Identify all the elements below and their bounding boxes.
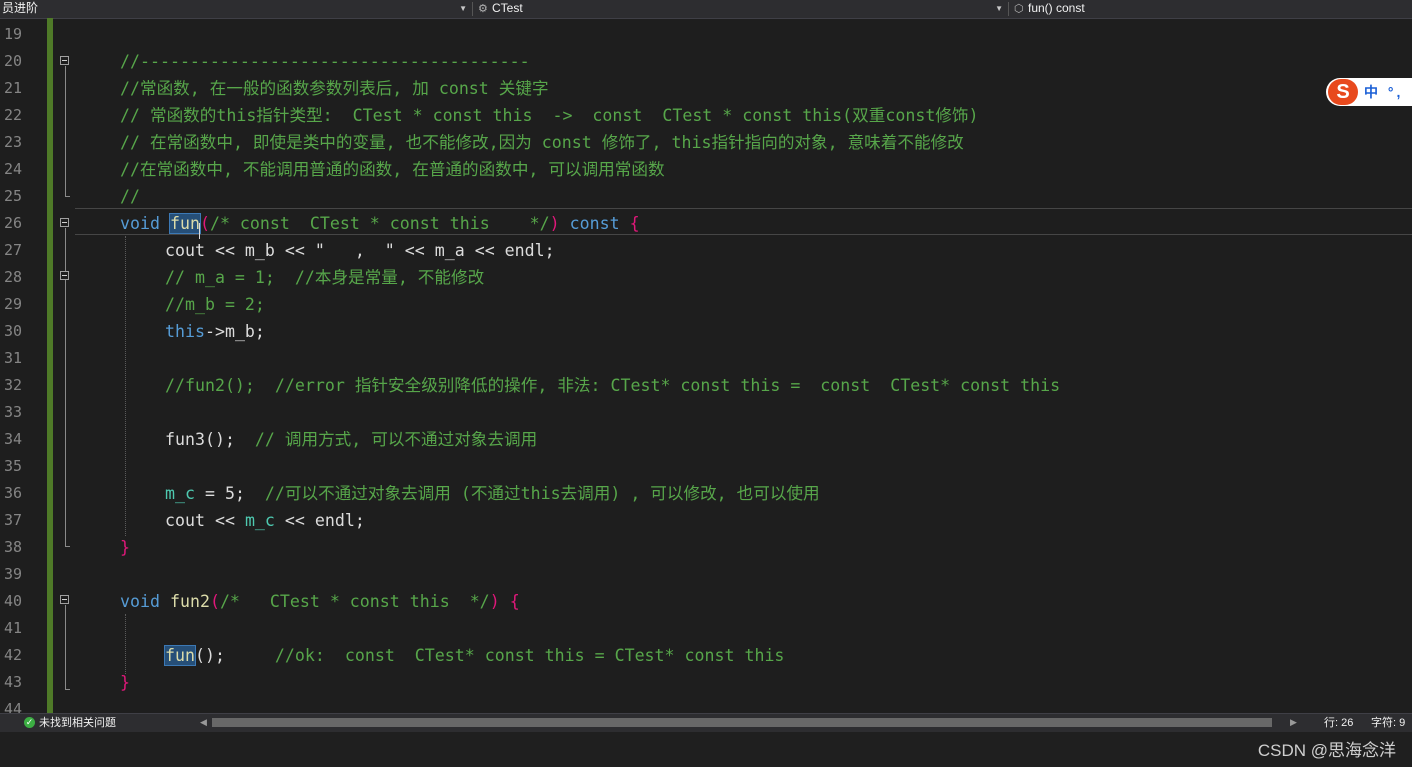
ime-status-badge[interactable]: S 中 °, [1326, 78, 1412, 106]
member-label: fun() const [1028, 1, 1085, 15]
code-editor[interactable]: //--------------------------------------… [0, 18, 1412, 713]
code-line-38: } [120, 538, 130, 557]
code-line-21: //常函数, 在一般的函数参数列表后, 加 const 关键字 [120, 79, 549, 98]
code-line-37: cout << m_c << endl; [165, 507, 365, 534]
text-cursor [199, 223, 200, 239]
open-brace: { [509, 592, 520, 611]
bottom-panel: CSDN @思海念洋 [0, 732, 1412, 767]
horizontal-scrollbar[interactable] [212, 718, 1272, 727]
cout-part: cout << [165, 511, 245, 530]
line-comment: // 调用方式, 可以不通过对象去调用 [254, 430, 538, 449]
class-icon: ⚙ [478, 3, 488, 15]
method-icon: ⬡ [1014, 3, 1024, 15]
static-member-m_c: m_c [165, 484, 195, 503]
member-dropdown[interactable]: ⬡ fun() const [1012, 0, 1412, 18]
code-line-20: //--------------------------------------… [120, 52, 530, 71]
line-position: 行: 26 [1324, 717, 1354, 729]
close-paren: ) [489, 592, 500, 611]
issue-ok-icon: ✓ [24, 717, 35, 728]
ime-mode-text: 中 °, [1364, 84, 1404, 100]
chevron-down-icon: ▼ [459, 4, 467, 13]
code-line-29: //m_b = 2; [165, 295, 265, 314]
inline-comment: /* const CTest * const this */ [209, 214, 550, 233]
keyword-void: void [120, 592, 160, 611]
call-fun-highlighted: fun [164, 645, 196, 666]
line-comment: //可以不通过对象去调用 (不通过this去调用) , 可以修改, 也可以使用 [264, 484, 820, 503]
code-line-25: // [120, 187, 140, 206]
close-paren: ) [549, 214, 560, 233]
class-label: CTest [492, 1, 523, 15]
call-parens: (); [194, 646, 225, 665]
project-dropdown[interactable]: 员进阶 ▼ [0, 0, 470, 18]
class-dropdown[interactable]: ⚙ CTest ▼ [476, 0, 1006, 18]
code-line-32: //fun2(); //error 指针安全级别降低的操作, 非法: CTest… [165, 376, 1061, 395]
open-brace: { [629, 214, 640, 233]
keyword-this: this [165, 322, 205, 341]
scrollbar-thumb[interactable] [212, 718, 1272, 727]
static-member-m_c: m_c [244, 511, 275, 530]
watermark-text: CSDN @思海念洋 [1257, 741, 1396, 760]
project-label: 员进阶 [2, 1, 39, 15]
scroll-left-icon[interactable]: ◀ [200, 717, 207, 728]
code-line-26: void fun(/* const CTest * const this */)… [120, 210, 640, 237]
member-access: ->m_b; [204, 322, 265, 341]
code-line-42: fun(); //ok: const CTest* const this = C… [164, 642, 785, 669]
keyword-void: void [120, 214, 160, 233]
chevron-down-icon: ▼ [995, 4, 1003, 13]
call-fun3: fun3(); [165, 430, 235, 449]
code-line-23: // 在常函数中, 即使是类中的变量, 也不能修改,因为 const 修饰了, … [120, 133, 964, 152]
code-line-30: this->m_b; [165, 318, 265, 345]
function-name-fun2: fun2 [169, 592, 210, 611]
inline-comment: /* CTest * const this */ [219, 592, 490, 611]
code-line-28: // m_a = 1; //本身是常量, 不能修改 [165, 268, 485, 287]
open-paren: ( [199, 214, 210, 233]
editor-status-strip: ✓ 未找到相关问题 ◀ ▶ 行: 26 字符: 9 [0, 713, 1412, 732]
navigation-bar: 员进阶 ▼ ⚙ CTest ▼ ⬡ fun() const [0, 0, 1412, 19]
endl-part: << endl; [274, 511, 365, 530]
line-comment: //ok: const CTest* const this = CTest* c… [274, 646, 785, 665]
code-line-27: cout << m_b << " , " << m_a << endl; [165, 241, 555, 260]
code-line-43: } [120, 673, 130, 692]
code-line-34: fun3(); // 调用方式, 可以不通过对象去调用 [165, 426, 537, 453]
function-name-fun: fun [168, 213, 201, 234]
code-line-22: // 常函数的this指针类型: CTest * const this -> c… [120, 106, 979, 125]
keyword-const: const [569, 214, 620, 233]
issues-label[interactable]: 未找到相关问题 [39, 714, 116, 732]
char-position: 字符: 9 [1371, 717, 1406, 729]
code-line-40: void fun2(/* CTest * const this */) { [120, 588, 520, 615]
sogou-ime-icon: S [1328, 79, 1358, 105]
code-line-36: m_c = 5; //可以不通过对象去调用 (不通过this去调用) , 可以修… [165, 480, 820, 507]
assignment: = 5; [194, 484, 265, 503]
nav-separator [1008, 2, 1009, 16]
nav-separator [472, 2, 473, 16]
scroll-right-icon[interactable]: ▶ [1290, 717, 1297, 728]
code-line-24: //在常函数中, 不能调用普通的函数, 在普通的函数中, 可以调用常函数 [120, 160, 665, 179]
open-paren: ( [209, 592, 220, 611]
